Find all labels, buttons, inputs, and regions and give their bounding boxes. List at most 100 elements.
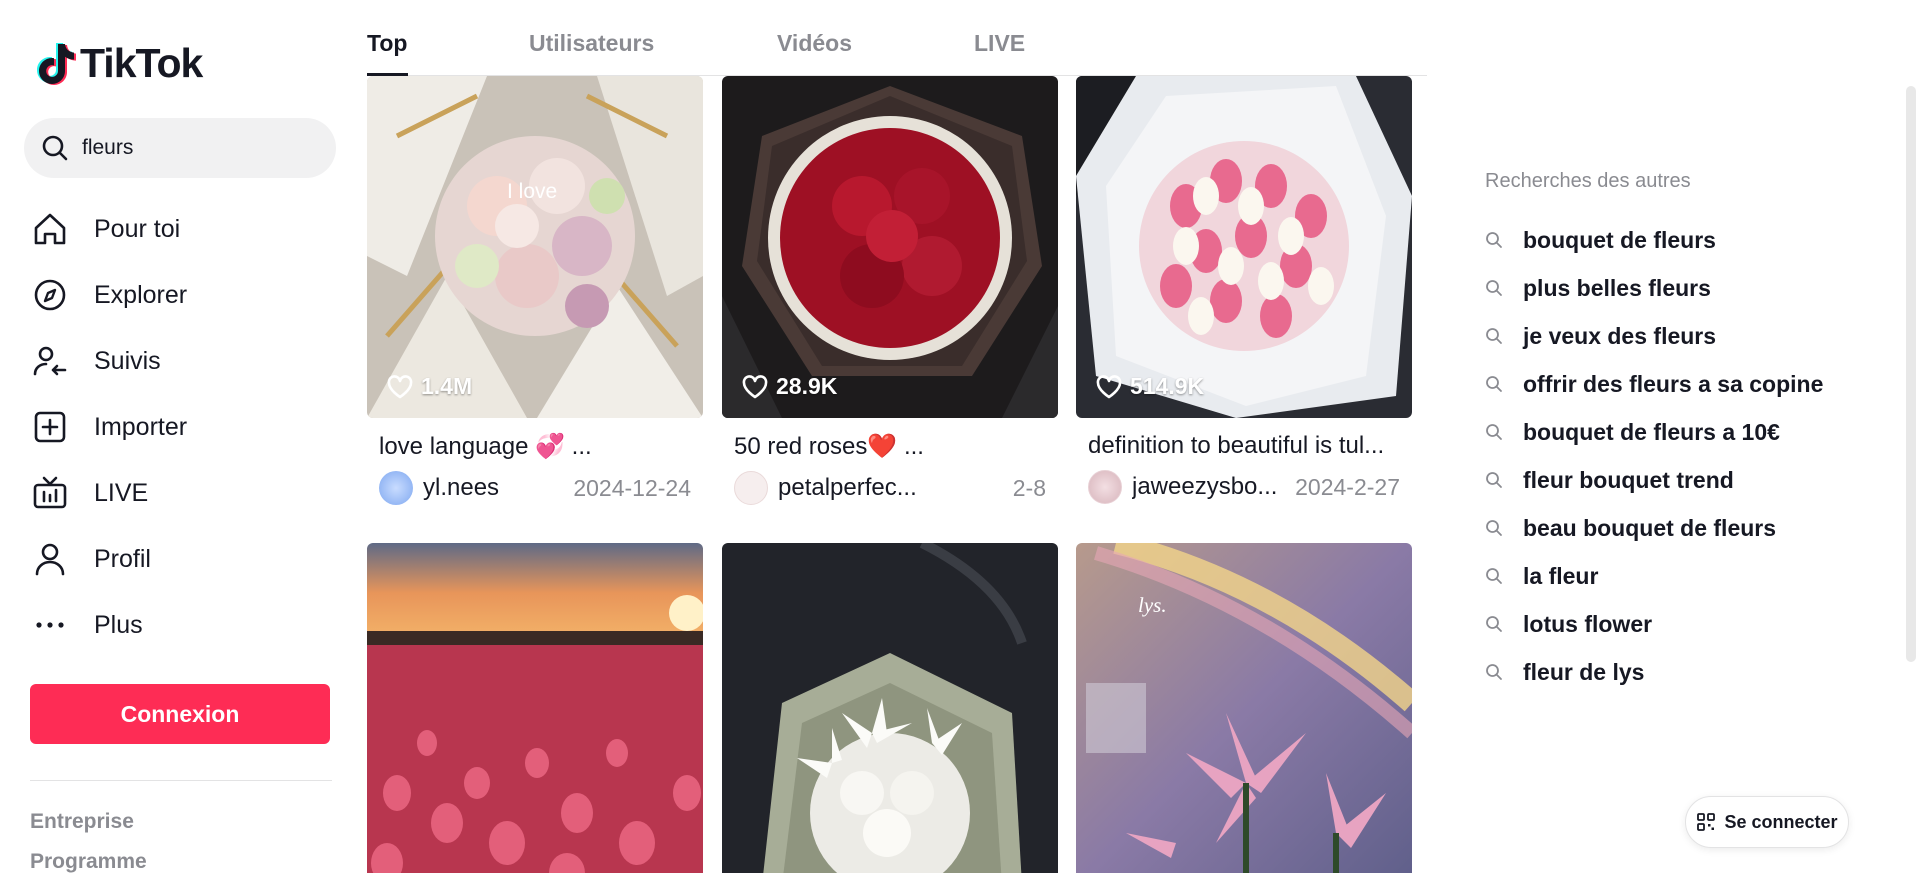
video-thumbnail[interactable] <box>367 543 703 873</box>
video-thumbnail[interactable]: 28.9K <box>722 76 1058 418</box>
video-meta: yl.nees 2024-12-24 <box>367 471 703 505</box>
nav-item-more[interactable]: Plus <box>30 592 330 658</box>
video-thumbnail[interactable]: I love 1.4M <box>367 76 703 418</box>
nav-item-upload[interactable]: Importer <box>30 394 330 460</box>
footer-link-program[interactable]: Programme <box>30 850 147 873</box>
video-card[interactable] <box>722 543 1058 873</box>
search-icon <box>1486 280 1502 296</box>
related-search-item[interactable]: la fleur <box>1485 552 1885 600</box>
nav-label: Explorer <box>94 280 188 309</box>
more-icon <box>30 605 70 645</box>
video-thumbnail[interactable] <box>722 543 1058 873</box>
search-icon <box>1486 424 1502 440</box>
heart-icon <box>742 374 768 398</box>
search-icon <box>1486 376 1502 392</box>
like-count: 514.9K <box>1096 373 1204 400</box>
video-description[interactable]: love language 💞 ... <box>367 432 703 461</box>
video-description[interactable]: 50 red roses❤️ ... <box>722 432 1058 461</box>
related-search-item[interactable]: fleur de lys <box>1485 648 1885 696</box>
search-bar[interactable] <box>24 118 336 178</box>
search-icon <box>1486 472 1502 488</box>
related-search-item[interactable]: je veux des fleurs <box>1485 312 1885 360</box>
tulip-field-image <box>367 543 703 873</box>
nav-item-explore[interactable]: Explorer <box>30 262 330 328</box>
video-date: 2024-12-24 <box>573 474 691 501</box>
nav-label: Importer <box>94 412 188 441</box>
related-search-item[interactable]: bouquet de fleurs <box>1485 216 1885 264</box>
video-card[interactable]: I love 1.4M love language 💞 ... yl.nees … <box>367 76 703 505</box>
upload-icon <box>30 407 70 447</box>
search-icon <box>1486 520 1502 536</box>
search-icon <box>1486 232 1502 248</box>
search-input[interactable] <box>82 136 322 160</box>
video-description[interactable]: definition to beautiful is tul... <box>1076 432 1412 460</box>
nav-label: Pour toi <box>94 214 181 243</box>
related-search-item[interactable]: offrir des fleurs a sa copine <box>1485 360 1885 408</box>
logo-text: TikTok <box>80 40 203 86</box>
video-card[interactable]: 28.9K 50 red roses❤️ ... petalperfec... … <box>722 76 1058 505</box>
search-icon <box>1486 328 1502 344</box>
home-icon <box>30 209 70 249</box>
footer-link-company[interactable]: Entreprise <box>30 810 134 834</box>
tab-label: LIVE <box>974 30 1026 56</box>
tab-users[interactable]: Utilisateurs <box>529 30 654 57</box>
nav-item-for-you[interactable]: Pour toi <box>30 196 330 262</box>
video-meta: jaweezysbo... 2024-2-27 <box>1076 470 1412 504</box>
username[interactable]: petalperfec... <box>778 474 1003 502</box>
qr-login-button[interactable]: Se connecter <box>1685 796 1849 848</box>
heart-icon <box>387 374 413 398</box>
qr-login-label: Se connecter <box>1724 811 1838 832</box>
related-search-item[interactable]: beau bouquet de fleurs <box>1485 504 1885 552</box>
login-button[interactable]: Connexion <box>30 684 330 744</box>
search-icon <box>42 135 68 161</box>
active-tab-indicator <box>367 73 408 76</box>
video-card[interactable] <box>367 543 703 873</box>
related-searches-list: bouquet de fleurs plus belles fleurs je … <box>1485 216 1885 696</box>
related-search-item[interactable]: fleur bouquet trend <box>1485 456 1885 504</box>
video-date: 2024-2-27 <box>1295 473 1400 500</box>
username[interactable]: yl.nees <box>423 474 563 502</box>
search-icon <box>1486 616 1502 632</box>
nav-label: Suivis <box>94 346 161 375</box>
tulip-bouquet-image <box>1076 76 1412 418</box>
video-thumbnail[interactable]: lys. <box>1076 543 1412 873</box>
heart-icon <box>1096 374 1122 398</box>
tab-videos[interactable]: Vidéos <box>777 30 852 57</box>
like-count: 28.9K <box>742 373 837 400</box>
nav-label: Plus <box>94 610 143 639</box>
search-icon <box>1486 664 1502 680</box>
video-thumbnail[interactable]: 514.9K <box>1076 76 1412 418</box>
video-card[interactable]: lys. <box>1076 543 1412 873</box>
related-search-item[interactable]: plus belles fleurs <box>1485 264 1885 312</box>
tab-label: Top <box>367 30 408 56</box>
bouquet-image <box>367 76 703 418</box>
qr-code-icon <box>1697 813 1716 831</box>
related-search-item[interactable]: bouquet de fleurs a 10€ <box>1485 408 1885 456</box>
sidebar: TikTok Pour toi Explorer Suivis <box>0 0 340 873</box>
avatar[interactable] <box>379 471 413 505</box>
tiktok-logo[interactable]: TikTok <box>36 40 203 87</box>
nav-item-profile[interactable]: Profil <box>30 526 330 592</box>
tab-label: Utilisateurs <box>529 30 655 56</box>
related-search-item[interactable]: lotus flower <box>1485 600 1885 648</box>
profile-icon <box>30 539 70 579</box>
video-meta: petalperfec... 2-8 <box>722 471 1058 505</box>
avatar[interactable] <box>734 471 768 505</box>
tab-top[interactable]: Top <box>367 30 407 57</box>
compass-icon <box>30 275 70 315</box>
avatar[interactable] <box>1088 470 1122 504</box>
following-icon <box>30 341 70 381</box>
video-card[interactable]: 514.9K definition to beautiful is tul...… <box>1076 76 1412 504</box>
tab-live[interactable]: LIVE <box>974 30 1025 57</box>
search-icon <box>1486 568 1502 584</box>
page-scrollbar[interactable] <box>1906 86 1916 662</box>
sidebar-divider <box>30 780 332 781</box>
nav-item-live[interactable]: LIVE <box>30 460 330 526</box>
video-overlay-text: lys. <box>1138 593 1167 617</box>
like-count: 1.4M <box>387 373 472 400</box>
related-searches-title: Recherches des autres <box>1485 170 1691 192</box>
live-tv-icon <box>30 473 70 513</box>
pink-lily-image <box>1076 543 1412 873</box>
nav-item-following[interactable]: Suivis <box>30 328 330 394</box>
username[interactable]: jaweezysbo... <box>1132 473 1285 501</box>
